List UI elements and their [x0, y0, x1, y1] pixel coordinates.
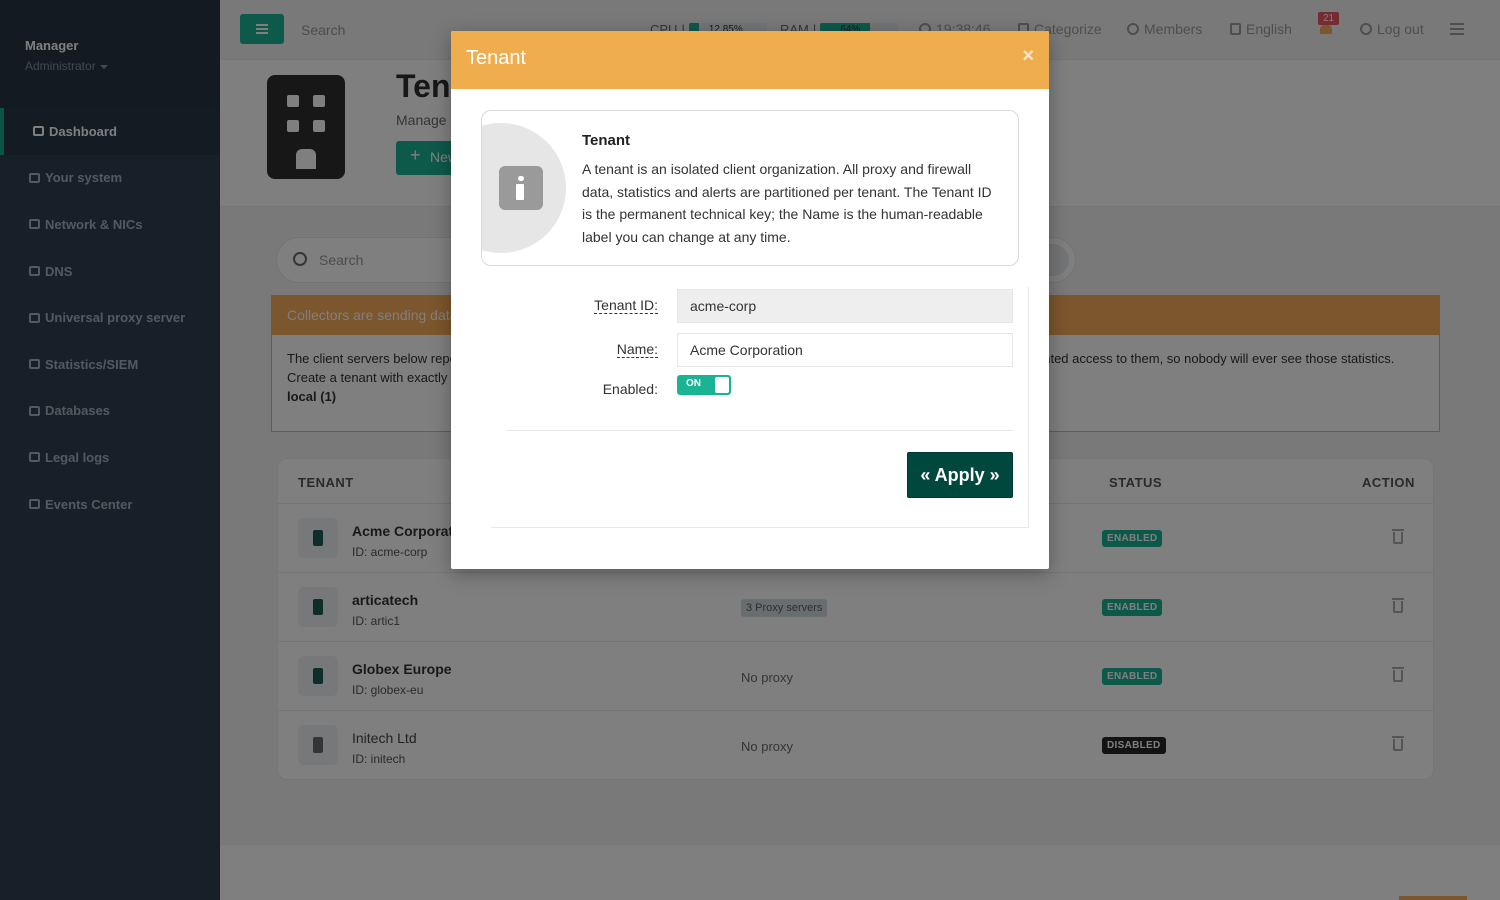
name-label: Name: [616, 341, 658, 358]
tenant-modal: Tenant × Tenant A tenant is an isolated … [451, 31, 1049, 569]
toggle-on-label: ON [686, 378, 701, 389]
enabled-label: Enabled: [602, 381, 658, 397]
info-text: A tenant is an isolated client organizat… [582, 161, 992, 245]
modal-title: Tenant [466, 47, 527, 69]
apply-button[interactable]: « Apply » [907, 452, 1013, 498]
tenant-id-label: Tenant ID: [594, 297, 658, 314]
name-field[interactable]: Acme Corporation [677, 333, 1013, 367]
tenant-id-field: acme-corp [677, 289, 1013, 323]
close-icon[interactable]: × [1022, 45, 1034, 68]
modal-header: Tenant × [451, 31, 1049, 89]
tenant-form: Tenant ID: acme-corp Name: Acme Corporat… [491, 287, 1029, 528]
enabled-toggle[interactable]: ON [677, 375, 731, 395]
info-icon [499, 166, 543, 210]
info-card: Tenant A tenant is an isolated client or… [481, 110, 1019, 266]
info-title: Tenant [582, 132, 631, 149]
